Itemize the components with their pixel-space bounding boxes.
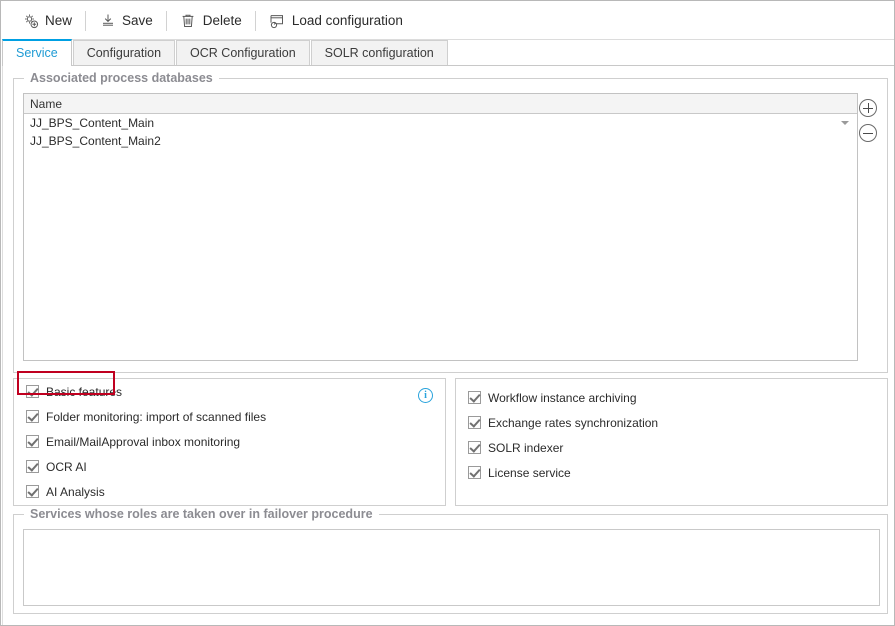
- right-features-panel: Workflow instance archiving Exchange rat…: [455, 378, 888, 506]
- checkbox-solr-indexer[interactable]: [468, 441, 481, 454]
- gear-plus-icon: [22, 12, 39, 29]
- checkbox-label-basic-features: Basic features: [46, 384, 123, 399]
- tab-service-label: Service: [16, 46, 58, 60]
- process-databases-list[interactable]: Name JJ_BPS_Content_Main JJ_BPS_Content_…: [23, 93, 858, 361]
- checkbox-row-email-mailapproval[interactable]: Email/MailApproval inbox monitoring: [14, 429, 445, 454]
- checkbox-exchange-rates-synchronization[interactable]: [468, 416, 481, 429]
- checkbox-license-service[interactable]: [468, 466, 481, 479]
- associated-process-databases-group: Associated process databases Name JJ_BPS…: [13, 71, 888, 373]
- table-row[interactable]: JJ_BPS_Content_Main2: [24, 132, 857, 150]
- table-row[interactable]: JJ_BPS_Content_Main: [24, 114, 857, 132]
- checkbox-row-basic-features[interactable]: Basic features: [14, 379, 445, 404]
- application-window: New Save Delete Load configuration Servi…: [0, 0, 895, 626]
- checkbox-label-ocr-ai: OCR AI: [46, 459, 87, 474]
- toolbar-separator: [165, 10, 167, 31]
- column-header-name-label: Name: [30, 96, 63, 111]
- remove-database-button[interactable]: [859, 124, 877, 142]
- toolbar-separator: [254, 10, 256, 31]
- tab-solr-configuration[interactable]: SOLR configuration: [310, 40, 448, 65]
- checkbox-row-license-service[interactable]: License service: [456, 460, 887, 485]
- checkbox-workflow-instance-archiving[interactable]: [468, 391, 481, 404]
- tab-service[interactable]: Service: [2, 39, 72, 66]
- checkbox-folder-monitoring[interactable]: [26, 410, 39, 423]
- failover-services-list[interactable]: [23, 529, 880, 606]
- chevron-down-icon[interactable]: [841, 121, 849, 125]
- checkbox-row-folder-monitoring[interactable]: Folder monitoring: import of scanned fil…: [14, 404, 445, 429]
- checkbox-basic-features[interactable]: [26, 385, 39, 398]
- associated-process-databases-legend: Associated process databases: [24, 71, 219, 85]
- database-name: JJ_BPS_Content_Main: [30, 116, 155, 130]
- save-icon: [99, 12, 116, 29]
- toolbar-separator: [85, 10, 87, 31]
- trash-icon: [180, 12, 197, 29]
- tab-ocr-configuration[interactable]: OCR Configuration: [176, 40, 310, 65]
- new-button[interactable]: New: [14, 8, 80, 34]
- failover-services-legend: Services whose roles are taken over in f…: [24, 507, 379, 521]
- save-button-label: Save: [122, 13, 153, 28]
- checkbox-label-email-mailapproval: Email/MailApproval inbox monitoring: [46, 434, 241, 449]
- toolbar: New Save Delete Load configuration: [2, 2, 894, 40]
- load-configuration-button-label: Load configuration: [291, 13, 403, 28]
- checkbox-row-ocr-ai[interactable]: OCR AI: [14, 454, 445, 479]
- checkbox-row-ai-analysis[interactable]: AI Analysis: [14, 479, 445, 504]
- checkbox-email-mailapproval[interactable]: [26, 435, 39, 448]
- checkbox-ai-analysis[interactable]: [26, 485, 39, 498]
- tab-solr-configuration-label: SOLR configuration: [324, 46, 434, 60]
- checkbox-row-solr-indexer[interactable]: SOLR indexer: [456, 435, 887, 460]
- checkbox-label-solr-indexer: SOLR indexer: [488, 440, 564, 455]
- list-column-header-name: Name: [24, 94, 857, 114]
- load-configuration-icon: [269, 12, 286, 29]
- checkbox-label-folder-monitoring: Folder monitoring: import of scanned fil…: [46, 409, 267, 424]
- checkbox-label-ai-analysis: AI Analysis: [46, 484, 105, 499]
- tab-bar: Service Configuration OCR Configuration …: [2, 39, 894, 66]
- delete-button[interactable]: Delete: [172, 8, 250, 34]
- checkbox-label-license-service: License service: [488, 465, 571, 480]
- database-name: JJ_BPS_Content_Main2: [30, 134, 161, 148]
- save-button[interactable]: Save: [91, 8, 161, 34]
- checkbox-ocr-ai[interactable]: [26, 460, 39, 473]
- add-database-button[interactable]: [859, 99, 877, 117]
- service-tab-panel: Associated process databases Name JJ_BPS…: [2, 66, 894, 625]
- failover-services-group: Services whose roles are taken over in f…: [13, 507, 888, 614]
- new-button-label: New: [45, 13, 73, 28]
- tab-ocr-configuration-label: OCR Configuration: [190, 46, 296, 60]
- load-configuration-button[interactable]: Load configuration: [261, 8, 411, 34]
- tab-configuration[interactable]: Configuration: [72, 40, 176, 65]
- delete-button-label: Delete: [202, 13, 242, 28]
- checkbox-label-exchange-rates-synchronization: Exchange rates synchronization: [488, 415, 659, 430]
- tab-configuration-label: Configuration: [86, 46, 162, 60]
- checkbox-label-workflow-instance-archiving: Workflow instance archiving: [488, 390, 637, 405]
- checkbox-row-workflow-instance-archiving[interactable]: Workflow instance archiving: [456, 385, 887, 410]
- left-features-panel: i Basic features Folder monitoring: impo…: [13, 378, 446, 506]
- checkbox-row-exchange-rates-synchronization[interactable]: Exchange rates synchronization: [456, 410, 887, 435]
